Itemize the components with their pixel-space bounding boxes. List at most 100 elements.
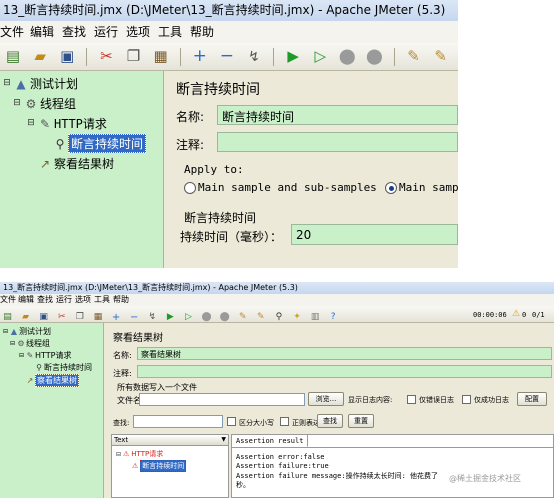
error-icon: ⚠ bbox=[123, 450, 130, 458]
tree-item-test-plan[interactable]: ⊟ ▲ 测试计划 bbox=[2, 75, 78, 92]
open-icon[interactable]: ▰ bbox=[19, 313, 32, 322]
case-sensitive-checkbox[interactable] bbox=[227, 417, 236, 426]
result-item-http-request[interactable]: ⊟ ⚠ HTTP请求 bbox=[116, 449, 163, 459]
shutdown-icon[interactable]: ⬤ bbox=[218, 313, 231, 322]
tab-assertion-result[interactable]: Assertion result bbox=[232, 435, 309, 447]
shutdown-icon[interactable]: ⬤ bbox=[363, 49, 385, 64]
menu-file[interactable]: 文件 bbox=[0, 294, 18, 306]
tree-item-test-plan[interactable]: ⊟ ▲ 测试计划 bbox=[2, 326, 51, 337]
start-icon[interactable]: ▶ bbox=[282, 49, 304, 64]
collapse-node-icon[interactable]: ⊟ bbox=[9, 340, 16, 347]
tree-item-http-request[interactable]: ⊟ ✎ HTTP请求 bbox=[26, 115, 107, 132]
assertion-message-line: Assertion failure message:操作持续太长时间: 他花费了 bbox=[236, 472, 439, 480]
save-icon[interactable]: ▣ bbox=[37, 313, 50, 322]
save-icon[interactable]: ▣ bbox=[56, 49, 78, 64]
regex-checkbox[interactable] bbox=[280, 417, 289, 426]
collapse-node-icon[interactable]: ⊟ bbox=[12, 99, 22, 108]
result-list: Text ▼ ⊟ ⚠ HTTP请求 ⚠ 断言持续时间 bbox=[111, 434, 229, 498]
menu-search[interactable]: 查找 bbox=[62, 21, 94, 43]
tree-item-http-request[interactable]: ⊟ ✎ HTTP请求 bbox=[18, 350, 72, 361]
tree-item-thread-group[interactable]: ⊟ ⚙ 线程组 bbox=[9, 338, 50, 349]
collapse-node-icon[interactable]: ⊟ bbox=[26, 119, 36, 128]
expand-icon[interactable]: + bbox=[189, 48, 211, 65]
window-title: 13_断言持续时间.jmx (D:\JMeter\13_断言持续时间.jmx) … bbox=[0, 0, 458, 21]
search-button[interactable]: 查找 bbox=[317, 414, 343, 428]
search-input[interactable] bbox=[133, 415, 223, 428]
toggle-icon[interactable]: ↯ bbox=[243, 50, 265, 64]
cut-icon[interactable]: ✂ bbox=[95, 49, 117, 64]
templates-icon[interactable]: ▤ bbox=[1, 313, 14, 322]
comment-field[interactable] bbox=[217, 132, 458, 152]
menu-tools[interactable]: 工具 bbox=[158, 21, 190, 43]
copy-icon[interactable]: ❐ bbox=[122, 49, 144, 64]
menu-search[interactable]: 查找 bbox=[37, 294, 56, 306]
result-item-assertion[interactable]: ⚠ 断言持续时间 bbox=[132, 460, 187, 472]
radio-button[interactable] bbox=[184, 181, 196, 194]
configure-button[interactable]: 配置 bbox=[517, 392, 547, 406]
menu-edit[interactable]: 编辑 bbox=[30, 21, 62, 43]
menu-options[interactable]: 选项 bbox=[126, 21, 158, 43]
chevron-down-icon: ▼ bbox=[221, 436, 226, 443]
start-icon[interactable]: ▶ bbox=[164, 313, 177, 322]
clear-icon[interactable]: ✎ bbox=[403, 49, 425, 64]
help-icon[interactable]: ? bbox=[327, 313, 340, 322]
expand-icon[interactable]: + bbox=[110, 312, 123, 322]
open-icon[interactable]: ▰ bbox=[29, 49, 51, 64]
stop-icon[interactable]: ⬤ bbox=[200, 313, 213, 322]
tree-item-assertion[interactable]: ⚲ 断言持续时间 bbox=[34, 362, 92, 373]
success-only-checkbox[interactable] bbox=[462, 395, 471, 404]
collapse-node-icon[interactable]: ⊟ bbox=[116, 451, 123, 458]
comment-field[interactable] bbox=[137, 365, 552, 378]
clear-all-icon[interactable]: ✎ bbox=[254, 313, 267, 322]
menu-help[interactable]: 帮助 bbox=[113, 294, 132, 306]
collapse-node-icon[interactable]: ⊟ bbox=[2, 79, 12, 88]
collapse-node-icon[interactable]: ⊟ bbox=[18, 352, 25, 359]
tree-item-assertion[interactable]: ⚲ 断言持续时间 bbox=[52, 134, 147, 153]
toggle-icon[interactable]: ↯ bbox=[146, 313, 159, 322]
templates-icon[interactable]: ▤ bbox=[2, 49, 24, 64]
collapse-node-icon[interactable]: ⊟ bbox=[2, 328, 9, 335]
tree-item-result-tree[interactable]: ↗ 察看结果树 bbox=[18, 374, 79, 387]
search-icon[interactable]: ⚲ bbox=[457, 49, 458, 64]
thread-count: 0/1 bbox=[532, 311, 545, 319]
radio-button-selected[interactable] bbox=[385, 181, 397, 194]
menu-help[interactable]: 帮助 bbox=[190, 21, 222, 43]
tree-item-result-tree[interactable]: ↗ 察看结果树 bbox=[26, 155, 114, 172]
function-helper-icon[interactable]: ▥ bbox=[309, 313, 322, 322]
panel-title: 察看结果树 bbox=[113, 333, 163, 344]
start-no-pause-icon[interactable]: ▷ bbox=[182, 313, 195, 322]
name-field[interactable]: 察看结果树 bbox=[137, 347, 552, 360]
copy-icon[interactable]: ❐ bbox=[73, 313, 86, 322]
collapse-icon[interactable]: − bbox=[216, 48, 238, 65]
menu-options[interactable]: 选项 bbox=[75, 294, 94, 306]
start-no-pause-icon[interactable]: ▷ bbox=[309, 49, 331, 64]
menu-tools[interactable]: 工具 bbox=[94, 294, 113, 306]
paste-icon[interactable]: ▦ bbox=[150, 49, 172, 64]
cut-icon[interactable]: ✂ bbox=[55, 313, 68, 322]
clear-icon[interactable]: ✎ bbox=[236, 313, 249, 322]
tree-item-thread-group[interactable]: ⊟ ⚙ 线程组 bbox=[12, 95, 76, 112]
menu-edit[interactable]: 编辑 bbox=[18, 294, 37, 306]
browse-button[interactable]: 浏览... bbox=[308, 392, 344, 406]
clear-all-icon[interactable]: ✎ bbox=[430, 49, 452, 64]
duration-field[interactable]: 20 bbox=[291, 224, 458, 245]
radio-main-and-sub-samples[interactable]: Main sample and sub-samples bbox=[184, 181, 377, 194]
errors-only-checkbox[interactable] bbox=[407, 395, 416, 404]
watermark: @稀土掘金技术社区 bbox=[449, 474, 521, 483]
paste-icon[interactable]: ▦ bbox=[91, 313, 104, 322]
menu-file[interactable]: 文件 bbox=[0, 21, 30, 43]
search-icon[interactable]: ⚲ bbox=[272, 313, 285, 322]
reset-button[interactable]: 重置 bbox=[348, 414, 374, 428]
stop-icon[interactable]: ⬤ bbox=[336, 49, 358, 64]
menu-run[interactable]: 运行 bbox=[56, 294, 75, 306]
name-field[interactable]: 断言持续时间 bbox=[217, 105, 458, 125]
renderer-select[interactable]: Text ▼ bbox=[112, 435, 228, 446]
radio-main-sample-only[interactable]: Main samp bbox=[385, 181, 458, 194]
menu-run[interactable]: 运行 bbox=[94, 21, 126, 43]
reset-search-icon[interactable]: ✦ bbox=[291, 313, 304, 322]
duration-section-title: 断言持续时间 bbox=[184, 211, 257, 225]
filename-input[interactable] bbox=[139, 393, 305, 406]
warning-icon[interactable]: ⚠ bbox=[512, 309, 520, 319]
success-only-label: 仅成功日志 bbox=[474, 396, 509, 404]
collapse-icon[interactable]: − bbox=[128, 312, 141, 322]
